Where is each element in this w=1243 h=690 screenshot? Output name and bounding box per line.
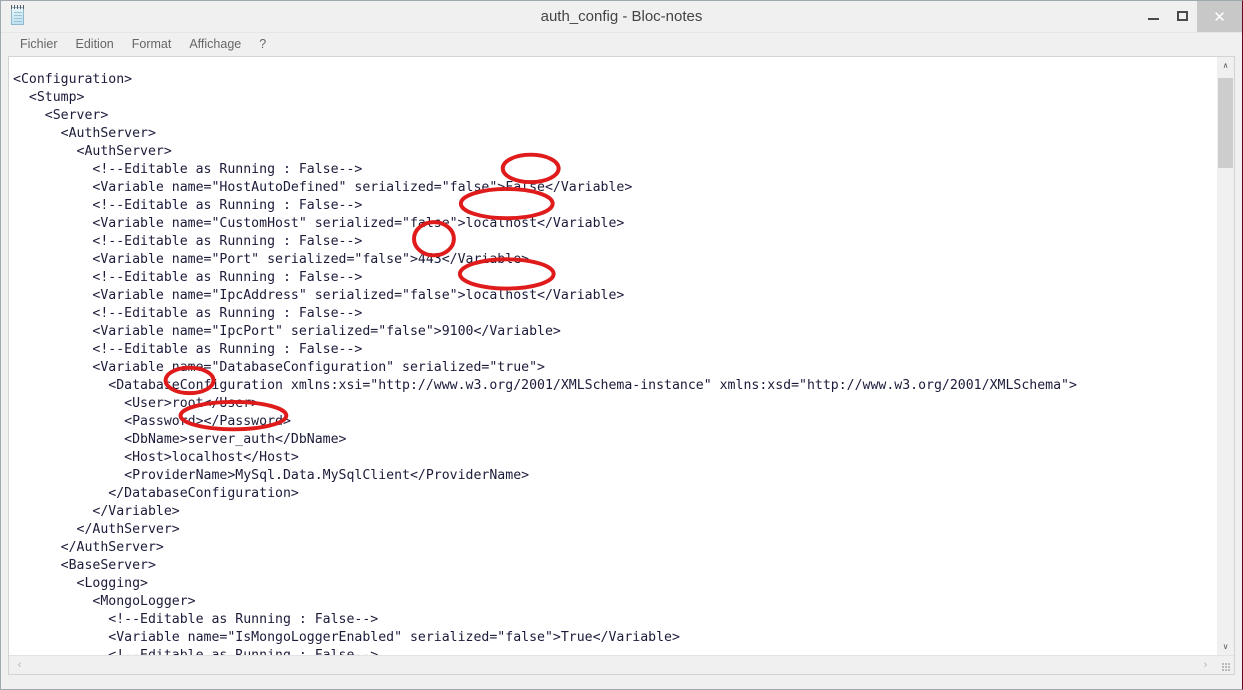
window-bottom-strip	[1, 675, 1242, 689]
minimize-icon	[1148, 17, 1159, 20]
notepad-window: auth_config - Bloc-notes ✕ Fichier Editi…	[0, 0, 1243, 690]
horizontal-scrollbar[interactable]: ‹ ›	[9, 655, 1234, 674]
scroll-up-arrow-icon[interactable]: ∧	[1217, 57, 1234, 74]
menu-item-format[interactable]: Format	[123, 33, 181, 55]
title-bar: auth_config - Bloc-notes ✕	[1, 1, 1242, 33]
text-editor[interactable]: <Configuration> <Stump> <Server> <AuthSe…	[9, 57, 1216, 655]
menu-item-help[interactable]: ?	[250, 33, 275, 55]
scroll-right-arrow-icon[interactable]: ›	[1197, 656, 1214, 674]
window-title: auth_config - Bloc-notes	[540, 8, 703, 25]
scroll-left-arrow-icon[interactable]: ‹	[11, 656, 28, 674]
close-icon: ✕	[1213, 8, 1226, 26]
menu-item-affichage[interactable]: Affichage	[180, 33, 250, 55]
menu-bar: Fichier Edition Format Affichage ?	[1, 33, 1242, 56]
editor-container: <Configuration> <Stump> <Server> <AuthSe…	[8, 56, 1235, 675]
menu-item-fichier[interactable]: Fichier	[11, 33, 67, 55]
vertical-scrollbar-thumb[interactable]	[1218, 78, 1233, 168]
minimize-button[interactable]	[1139, 1, 1168, 30]
resize-grip[interactable]	[1216, 656, 1233, 674]
close-button[interactable]: ✕	[1197, 1, 1242, 32]
maximize-button[interactable]	[1168, 1, 1197, 30]
maximize-icon	[1177, 10, 1188, 21]
vertical-scrollbar[interactable]: ∧ ∨	[1216, 57, 1234, 655]
menu-item-edition[interactable]: Edition	[67, 33, 123, 55]
xml-content[interactable]: <Configuration> <Stump> <Server> <AuthSe…	[13, 71, 1077, 655]
scroll-down-arrow-icon[interactable]: ∨	[1217, 638, 1234, 655]
